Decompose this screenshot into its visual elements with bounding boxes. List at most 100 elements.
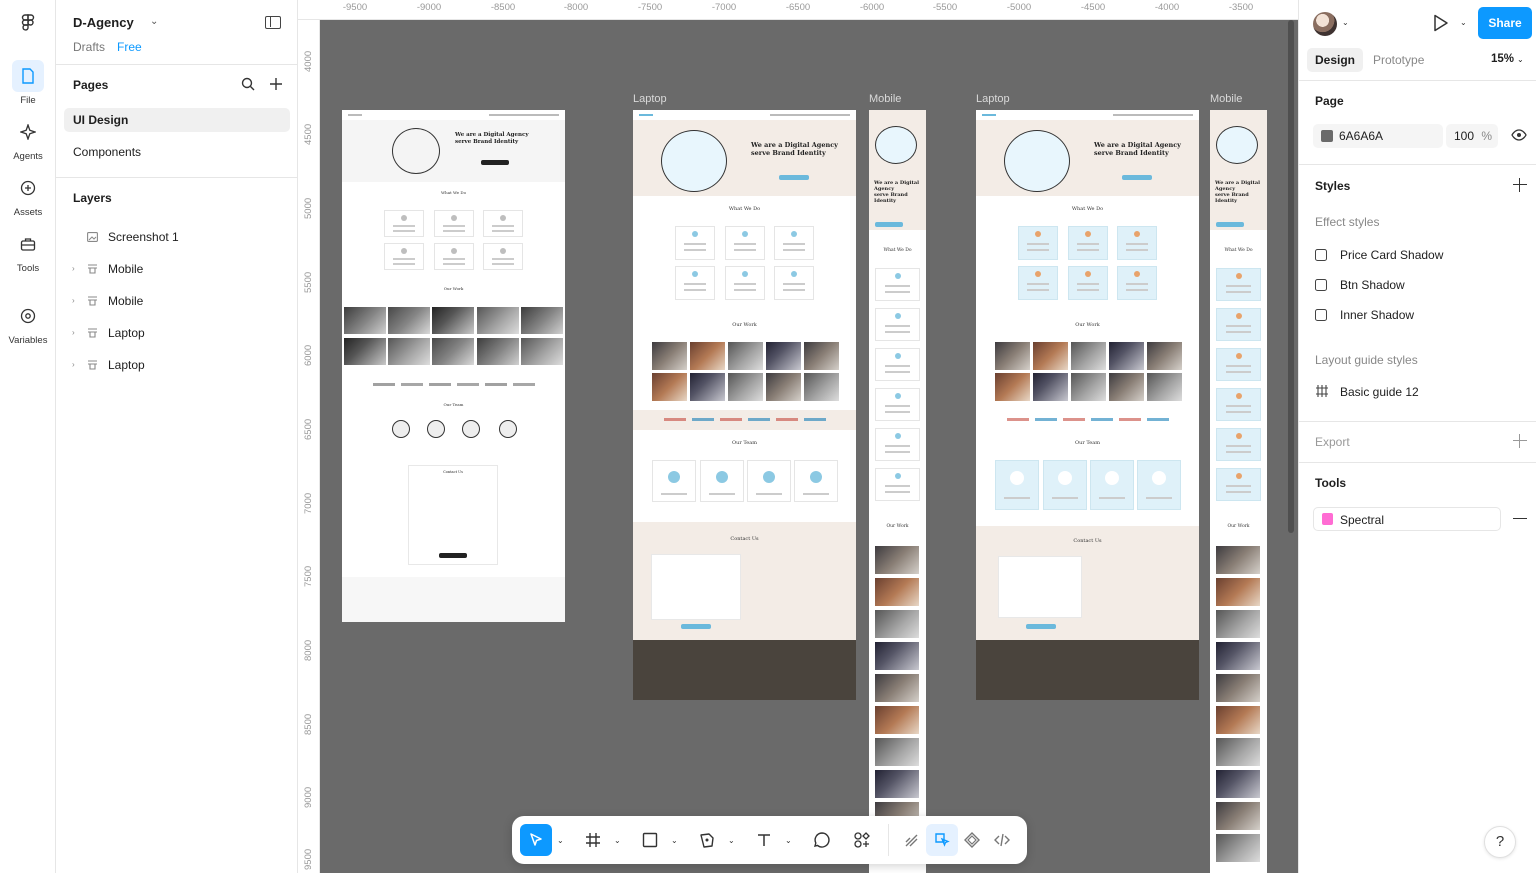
toolbar-divider [888,824,889,856]
prototype-mode-button[interactable] [956,824,988,856]
shape-tool-button[interactable] [634,824,666,856]
mock-photo [875,546,919,574]
mock-card [1018,266,1058,300]
chevron-right-icon[interactable]: › [72,257,75,281]
frame-label[interactable]: Laptop [633,93,667,105]
mobile-frame[interactable]: We are a Digital Agency serve Brand Ident… [1210,110,1267,873]
figma-logo-icon[interactable] [18,13,38,33]
layout-style-item[interactable]: Basic guide 12 [1315,385,1515,401]
dev-mode-button[interactable] [986,824,1018,856]
chevron-down-icon[interactable]: ⌄ [785,836,792,845]
layer-row[interactable]: › Mobile [70,257,290,281]
help-button[interactable]: ? [1484,826,1516,858]
page-components[interactable]: Components [64,140,290,164]
opacity-value[interactable]: 100 [1454,129,1474,143]
share-button[interactable]: Share [1478,7,1532,39]
text-tool-button[interactable] [748,824,780,856]
draw-mode-button[interactable] [896,824,928,856]
search-icon[interactable] [241,77,255,91]
ruler-tick: -8000 [563,2,589,13]
chevron-down-icon[interactable]: ⌄ [728,836,735,845]
project-location[interactable]: Drafts [73,40,105,54]
chevron-down-icon[interactable]: ⌄ [1517,55,1524,64]
zoom-level[interactable]: 15% [1491,53,1514,65]
layer-row[interactable]: › Mobile [70,289,290,313]
frame-label[interactable]: Mobile [1210,93,1242,105]
rail-assets[interactable]: Assets [0,172,56,218]
remove-plugin-icon[interactable] [1513,518,1527,520]
rail-file-label: File [20,95,36,106]
sidebar-toggle-icon[interactable] [265,16,281,29]
plan-badge[interactable]: Free [117,40,142,54]
layer-row[interactable]: › Laptop [70,353,290,377]
styles-section-title: Styles [1315,179,1351,193]
move-tool-button[interactable] [520,824,552,856]
add-style-icon[interactable] [1513,178,1527,192]
comment-tool-button[interactable] [806,824,838,856]
chevron-down-icon[interactable]: ⌄ [1460,18,1467,27]
chevron-right-icon[interactable]: › [72,321,75,345]
add-page-icon[interactable] [269,77,283,91]
mock-section-title: Our Team [732,440,757,446]
layout-guide-styles-title: Layout guide styles [1315,353,1418,367]
chevron-down-icon[interactable]: ⌄ [671,836,678,845]
page-color-field[interactable]: 6A6A6A [1313,124,1443,148]
mock-card [1068,266,1108,300]
laptop-frame[interactable]: We are a Digital Agency serve Brand Ident… [976,110,1199,700]
rail-variables[interactable]: Variables [0,300,56,346]
chevron-down-icon[interactable]: ⌄ [557,836,564,845]
project-title[interactable]: D-Agency [73,15,134,30]
design-canvas[interactable]: We are a Digital Agency serve Brand Ident… [320,20,1298,873]
chevron-right-icon[interactable]: › [72,289,75,313]
effect-style-icon [1315,249,1327,261]
mock-photo [995,342,1030,370]
layer-row[interactable]: Screenshot 1 [70,225,290,249]
laptop-frame[interactable]: We are a Digital Agency serve Brand Ident… [633,110,856,700]
frame-label[interactable]: Mobile [869,93,901,105]
plugin-name: Spectral [1340,513,1385,527]
tab-design[interactable]: Design [1307,48,1364,72]
avatar[interactable] [1313,12,1337,36]
layer-row[interactable]: › Laptop [70,321,290,345]
ruler-tick: -9500 [342,2,368,13]
page-ui-design[interactable]: UI Design [64,108,290,132]
mock-photo [1216,802,1260,830]
actions-tool-button[interactable] [846,824,878,856]
rail-assets-label: Assets [13,207,43,218]
chevron-down-icon[interactable]: ⌄ [614,836,621,845]
mobile-frame[interactable]: We are a Digital Agency serve Brand Ident… [869,110,926,873]
pen-tool-button[interactable] [691,824,723,856]
mock-photo [1109,342,1144,370]
screenshot-frame[interactable]: We are a Digital Agency serve Brand Ident… [342,110,565,622]
design-mode-button[interactable] [926,824,958,856]
effect-style-item[interactable]: Price Card Shadow [1315,248,1515,264]
frame-layer-icon [88,296,97,306]
eye-icon[interactable] [1511,129,1527,141]
rectangle-icon [642,832,658,848]
page-opacity-field[interactable]: 100 % [1446,124,1498,148]
page-color-hex[interactable]: 6A6A6A [1339,129,1383,143]
frame-tool-button[interactable] [577,824,609,856]
rail-file[interactable]: File [0,60,56,106]
mock-section-title: Our Work [886,524,909,529]
mock-card [384,243,424,270]
layers-title: Layers [73,191,112,205]
divider [1299,421,1536,422]
plugin-item[interactable]: Spectral [1313,507,1501,531]
effect-style-item[interactable]: Btn Shadow [1315,278,1515,294]
mock-contact-form [998,556,1082,618]
play-icon[interactable] [1433,14,1449,32]
color-swatch[interactable] [1321,130,1333,142]
chevron-down-icon[interactable]: ⌄ [1342,18,1349,27]
rail-agents[interactable]: Agents [0,116,56,162]
chevron-down-icon[interactable]: ⌄ [150,16,158,27]
canvas-scrollbar[interactable] [1288,20,1294,533]
comment-icon [814,832,830,848]
tab-prototype[interactable]: Prototype [1365,48,1432,72]
rail-tools[interactable]: Tools [0,228,56,274]
add-export-icon[interactable] [1513,434,1527,448]
effect-style-item[interactable]: Inner Shadow [1315,308,1515,324]
chevron-right-icon[interactable]: › [72,353,75,377]
mock-photo [388,307,430,334]
frame-label[interactable]: Laptop [976,93,1010,105]
